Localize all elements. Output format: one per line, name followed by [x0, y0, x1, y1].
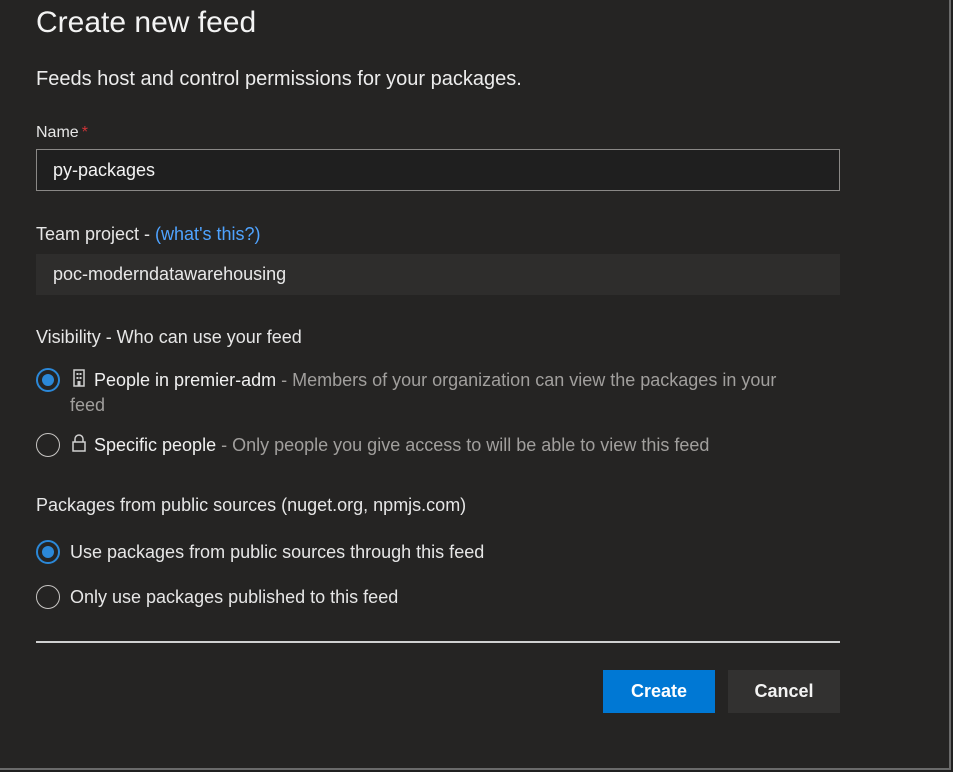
create-button[interactable]: Create — [603, 670, 715, 713]
name-label: Name * — [36, 124, 88, 142]
visibility-specific-separator: - — [216, 435, 233, 455]
visibility-label: Visibility - Who can use your feed — [36, 327, 302, 347]
dialog-title: Create new feed — [36, 6, 257, 39]
visibility-specific-radio[interactable] — [36, 433, 60, 457]
team-project-label: Team project - (what's this?) — [36, 224, 261, 245]
visibility-option-specific[interactable]: Specific people - Only people you give a… — [36, 433, 709, 458]
visibility-organization-radio[interactable] — [36, 368, 60, 392]
visibility-specific-title: Specific people — [94, 435, 217, 455]
footer-divider — [36, 641, 840, 643]
public-sources-option-only[interactable]: Only use packages published to this feed — [36, 585, 398, 609]
team-project-label-text: Team project - — [36, 224, 156, 244]
visibility-option-organization[interactable]: People in premier-adm - Members of your … — [36, 368, 826, 418]
visibility-organization-description-wrap: feed — [70, 395, 106, 415]
public-sources-use-label: Use packages from public sources through… — [70, 542, 485, 562]
whats-this-link[interactable]: (what's this?) — [155, 224, 260, 244]
public-sources-only-label: Only use packages published to this feed — [70, 587, 399, 607]
dialog-subtitle: Feeds host and control permissions for y… — [36, 68, 522, 90]
public-sources-only-radio[interactable] — [36, 585, 60, 609]
visibility-organization-separator: - — [276, 370, 293, 390]
team-project-field: poc-moderndatawarehousing — [36, 254, 840, 295]
public-sources-label: Packages from public sources (nuget.org,… — [36, 495, 467, 515]
visibility-specific-text: Specific people - Only people you give a… — [70, 433, 709, 458]
create-feed-dialog: Create new feed Feeds host and control p… — [0, 0, 951, 770]
cancel-button[interactable]: Cancel — [728, 670, 840, 713]
visibility-organization-description: Members of your organization can view th… — [292, 370, 777, 390]
public-sources-option-use[interactable]: Use packages from public sources through… — [36, 540, 484, 564]
building-icon — [73, 369, 85, 387]
name-input[interactable]: py-packages — [36, 149, 840, 191]
visibility-specific-description: Only people you give access to will be a… — [232, 435, 710, 455]
team-project-value: poc-moderndatawarehousing — [53, 264, 287, 284]
public-sources-use-radio[interactable] — [36, 540, 60, 564]
lock-icon — [72, 434, 86, 452]
visibility-organization-title: People in premier-adm — [94, 370, 277, 390]
required-marker: * — [81, 124, 88, 141]
name-input-value: py-packages — [53, 159, 156, 180]
visibility-organization-text: People in premier-adm - Members of your … — [70, 368, 820, 418]
name-label-text: Name — [36, 124, 79, 141]
